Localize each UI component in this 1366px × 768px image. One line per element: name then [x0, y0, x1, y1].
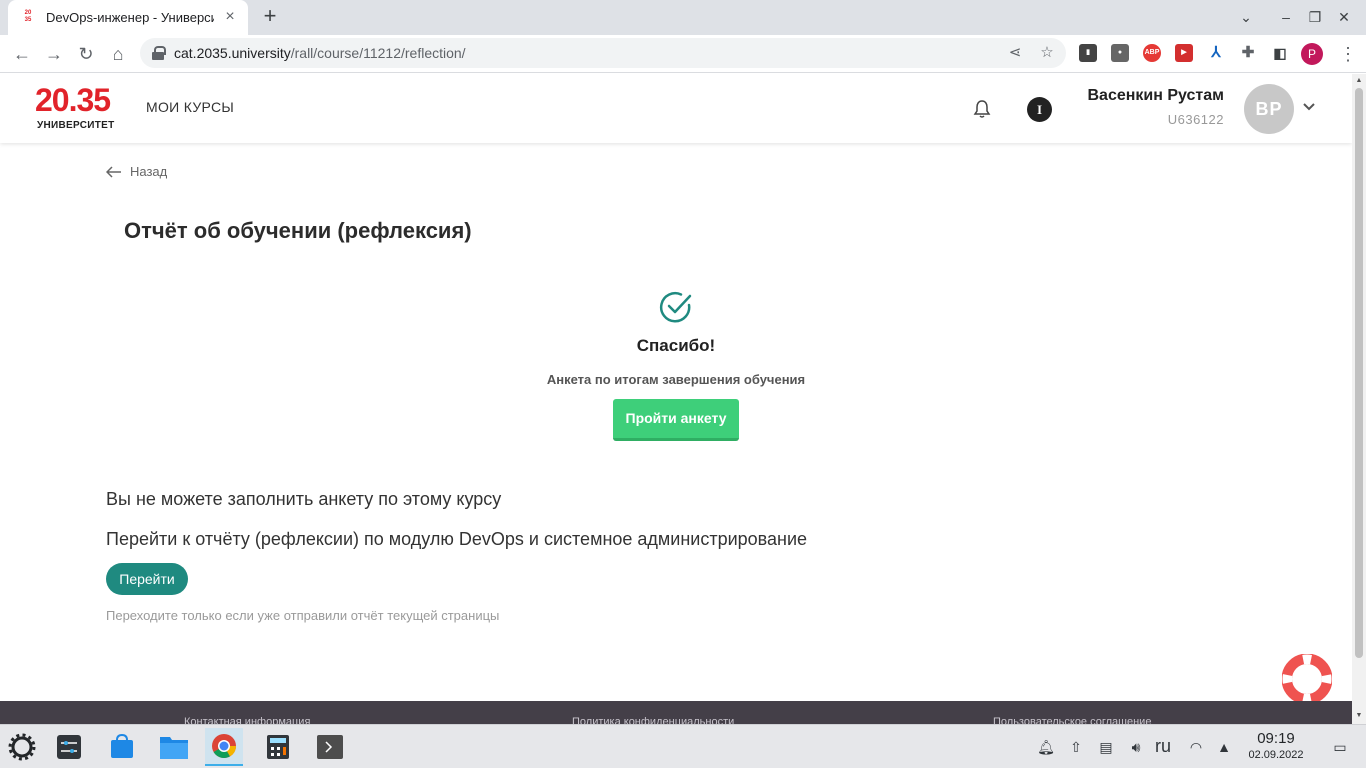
page-title: Отчёт об обучении (рефлексия) — [124, 218, 472, 243]
account-icon[interactable]: ● — [1111, 44, 1129, 62]
user-id: U636122 — [1167, 112, 1224, 127]
tab-search-icon[interactable]: ⌄ — [1236, 8, 1256, 26]
user-name[interactable]: Васенкин Рустам — [1087, 87, 1224, 105]
window-close-button[interactable]: ✕ — [1334, 8, 1354, 26]
chrome-icon[interactable] — [205, 728, 243, 766]
bookmark-star-icon[interactable]: ☆ — [1038, 44, 1056, 62]
wifi-tray-icon[interactable]: ◠ — [1186, 737, 1206, 757]
adblock-icon[interactable]: ABP — [1143, 44, 1161, 62]
footer-agreement-link[interactable]: Пользовательское соглашение — [993, 716, 1151, 724]
new-tab-button[interactable]: + — [260, 5, 280, 27]
info-badge[interactable]: I — [1027, 97, 1052, 122]
chevron-down-icon[interactable] — [1302, 100, 1316, 114]
reload-icon[interactable]: ↻ — [74, 42, 98, 66]
files-icon[interactable] — [155, 728, 193, 766]
menu-kebab-icon[interactable]: ⋮ — [1336, 42, 1360, 66]
store-icon[interactable] — [103, 728, 141, 766]
video-icon[interactable]: ▶ — [1175, 44, 1193, 62]
url-text[interactable]: cat.2035.university/rall/course/11212/re… — [174, 45, 466, 61]
home-icon[interactable]: ⌂ — [106, 42, 130, 66]
terminal-icon[interactable] — [311, 728, 349, 766]
lifebuoy-support-icon[interactable] — [1282, 654, 1332, 704]
scroll-up-icon[interactable]: ▲ — [1355, 77, 1363, 85]
footer-contact-link[interactable]: Контактная информация — [184, 716, 310, 724]
survey-block: Спасибо! Анкета по итогам завершения обу… — [476, 290, 876, 441]
back-arrow-icon[interactable]: ← — [10, 42, 34, 66]
take-survey-button[interactable]: Пройти анкету — [613, 399, 739, 441]
thanks-heading: Спасибо! — [636, 336, 716, 355]
notifications-bell-icon[interactable] — [972, 99, 992, 119]
browser-tabstrip: 20 35 DevOps-инженер - Универси × + ⌄ – ❐… — [0, 0, 1366, 35]
survey-caption: Анкета по итогам завершения обучения — [546, 372, 806, 387]
settings-icon[interactable] — [50, 728, 88, 766]
site-footer: Контактная информация Политика конфиденц… — [0, 701, 1352, 724]
notifications-tray-icon[interactable]: 🔔︎ — [1036, 737, 1056, 757]
clipboard-tray-icon[interactable]: ▤ — [1096, 737, 1116, 757]
app-launcher-icon[interactable] — [8, 733, 36, 761]
profile-avatar[interactable]: P — [1301, 43, 1323, 65]
university-logo[interactable]: 20.35 УНИВЕРСИТЕТ — [35, 84, 115, 131]
window-restore-button[interactable]: ❐ — [1305, 8, 1325, 26]
cannot-fill-notice: Вы не можете заполнить анкету по этому к… — [106, 489, 502, 509]
tab-close-icon[interactable]: × — [222, 8, 238, 26]
site-header: 20.35 УНИВЕРСИТЕТ МОИ КУРСЫ I Васенкин Р… — [0, 74, 1352, 143]
check-circle-icon — [659, 291, 692, 323]
lock-icon[interactable] — [152, 46, 166, 60]
share-icon[interactable]: ⋖ — [1006, 44, 1024, 62]
browser-toolbar: ← → ↻ ⌂ cat.2035.university/rall/course/… — [0, 35, 1366, 73]
page-viewport: 20.35 УНИВЕРСИТЕТ МОИ КУРСЫ I Васенкин Р… — [0, 74, 1352, 724]
goto-button[interactable]: Перейти — [106, 563, 188, 595]
tab-title: DevOps-инженер - Универси — [46, 10, 214, 25]
forward-arrow-icon[interactable]: → — [42, 42, 66, 66]
volume-tray-icon[interactable]: 🔊︎ — [1126, 737, 1146, 757]
translate-icon[interactable]: ⅄ — [1207, 44, 1225, 62]
show-desktop-icon[interactable]: ▭ — [1330, 737, 1350, 757]
tray-expand-icon[interactable]: ▲ — [1214, 737, 1234, 757]
back-link[interactable]: Назад — [106, 164, 167, 179]
keyboard-layout-indicator[interactable]: ru — [1155, 736, 1171, 757]
scroll-down-icon[interactable]: ▼ — [1355, 712, 1363, 720]
window-minimize-button[interactable]: – — [1276, 8, 1296, 26]
page-scrollbar[interactable]: ▲ ▼ — [1352, 74, 1366, 724]
address-bar[interactable]: cat.2035.university/rall/course/11212/re… — [140, 38, 1066, 68]
puzzle-icon[interactable]: ✚ — [1239, 44, 1257, 62]
sidebar-icon[interactable]: ◧ — [1271, 44, 1289, 62]
site-favicon-icon: 20 35 — [24, 9, 32, 23]
nav-my-courses[interactable]: МОИ КУРСЫ — [146, 99, 234, 115]
updates-tray-icon[interactable]: ⇧ — [1066, 737, 1086, 757]
footer-privacy-link[interactable]: Политика конфиденциальности — [572, 716, 734, 724]
bitwarden-icon[interactable]: ▮ — [1079, 44, 1097, 62]
goto-module-text: Перейти к отчёту (рефлексии) по модулю D… — [106, 529, 808, 549]
clock-date[interactable]: 02.09.2022 — [1244, 749, 1308, 761]
goto-hint: Переходите только если уже отправили отч… — [106, 608, 500, 623]
arrow-left-icon — [106, 165, 121, 178]
user-avatar[interactable]: ВР — [1244, 84, 1294, 134]
back-label: Назад — [130, 164, 168, 179]
os-taskbar: 🔔︎ ⇧ ▤ 🔊︎ ru ◠ ▲ 09:19 02.09.2022 ▭ — [0, 724, 1366, 768]
scrollbar-thumb[interactable] — [1355, 88, 1363, 658]
clock-time[interactable]: 09:19 — [1244, 730, 1308, 747]
browser-tab-active[interactable]: 20 35 DevOps-инженер - Универси × — [8, 0, 248, 35]
calculator-icon[interactable] — [259, 728, 297, 766]
